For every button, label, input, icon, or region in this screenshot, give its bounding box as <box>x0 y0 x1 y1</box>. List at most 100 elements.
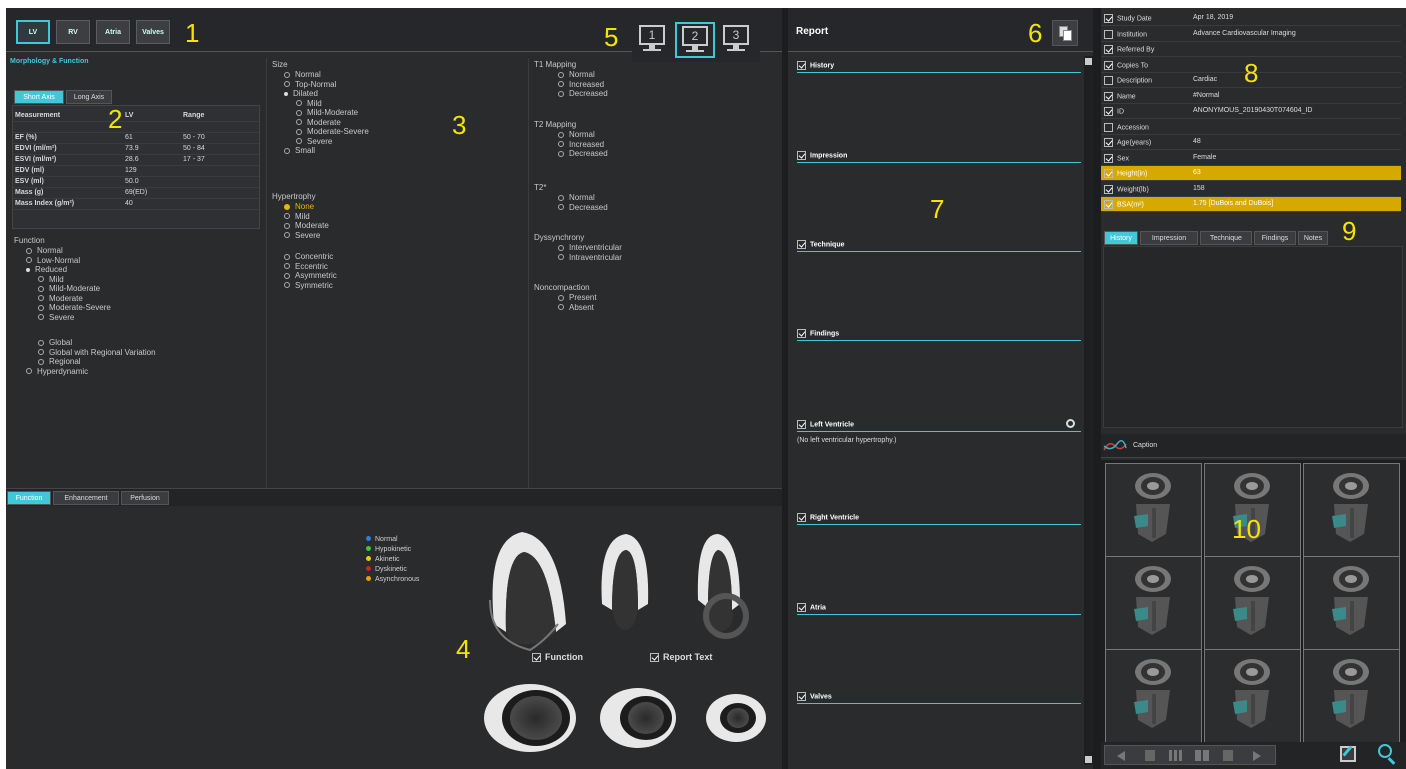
option-t2-normal[interactable]: Normal <box>558 130 595 139</box>
option-function-severe[interactable]: Severe <box>38 313 74 322</box>
notes-tab-technique[interactable]: Technique <box>1200 231 1252 245</box>
image-thumbnail[interactable] <box>1204 649 1301 744</box>
image-thumbnail[interactable] <box>1105 556 1202 651</box>
option-function-low-normal[interactable]: Low-Normal <box>26 256 80 265</box>
report-text-checkbox[interactable]: Report Text <box>650 652 712 663</box>
image-thumbnail[interactable] <box>1105 463 1202 558</box>
image-thumbnail[interactable] <box>1105 649 1202 744</box>
monitor-3-button[interactable]: 3 <box>721 25 753 53</box>
delete-icon[interactable] <box>1223 750 1233 761</box>
option-size-moderate-severe[interactable]: Moderate-Severe <box>296 127 369 136</box>
option-hypertrophy-asymmetric[interactable]: Asymmetric <box>284 271 337 280</box>
image-thumbnail[interactable] <box>1303 463 1400 558</box>
option-function-reduced[interactable]: Reduced <box>26 265 67 274</box>
checkbox-icon[interactable] <box>1104 122 1113 132</box>
section-left-ventricle[interactable]: Left Ventricle <box>797 419 1081 432</box>
option-t2star-normal[interactable]: Normal <box>558 193 595 202</box>
edit-icon[interactable] <box>1340 745 1356 762</box>
section-right-ventricle[interactable]: Right Ventricle <box>797 513 1081 525</box>
report-scrollbar[interactable] <box>1084 56 1093 765</box>
option-size-mild[interactable]: Mild <box>296 99 322 108</box>
option-size-small[interactable]: Small <box>284 146 315 155</box>
copy-report-button[interactable] <box>1052 20 1078 46</box>
meta-row-sex[interactable]: Sex Female <box>1101 151 1401 166</box>
image-thumbnail[interactable] <box>1303 649 1400 744</box>
function-checkbox[interactable]: Function <box>532 652 583 663</box>
checkbox-icon[interactable] <box>1104 14 1113 23</box>
tab-function[interactable]: Function <box>7 491 51 505</box>
option-t1-increased[interactable]: Increased <box>558 80 604 89</box>
tab-valves[interactable]: Valves <box>136 20 170 44</box>
option-function-global-with-regional-variation[interactable]: Global with Regional Variation <box>38 348 156 357</box>
tab-enhancement[interactable]: Enhancement <box>53 491 119 505</box>
option-t2star-decreased[interactable]: Decreased <box>558 203 608 212</box>
option-size-top-normal[interactable]: Top-Normal <box>284 80 336 89</box>
meta-row-bsa-m-[interactable]: BSA(m²) 1.75 [DuBois and DuBois] <box>1101 197 1401 212</box>
notes-tab-findings[interactable]: Findings <box>1254 231 1296 245</box>
option-noncomp-absent[interactable]: Absent <box>558 303 594 312</box>
segment-diagram[interactable] <box>470 520 770 760</box>
meta-row-accession[interactable]: Accession <box>1101 120 1401 135</box>
notes-tab-impression[interactable]: Impression <box>1140 231 1198 245</box>
option-function-normal[interactable]: Normal <box>26 246 63 255</box>
section-impression[interactable]: Impression <box>797 151 1081 163</box>
option-hypertrophy-symmetric[interactable]: Symmetric <box>284 281 333 290</box>
meta-row-referred-by[interactable]: Referred By <box>1101 42 1401 57</box>
notes-tab-history[interactable]: History <box>1104 231 1138 245</box>
lv-report-text[interactable]: (No left ventricular hypertrophy.) <box>797 437 896 444</box>
option-function-global[interactable]: Global <box>38 338 72 347</box>
option-function-moderate[interactable]: Moderate <box>38 294 83 303</box>
option-function-moderate-severe[interactable]: Moderate-Severe <box>38 303 111 312</box>
chart-icon[interactable] <box>1103 438 1127 454</box>
option-function-hyperdynamic[interactable]: Hyperdynamic <box>26 367 88 376</box>
next-icon[interactable] <box>1253 751 1261 761</box>
meta-row-id[interactable]: ID ANONYMOUS_20190430T074604_ID <box>1101 104 1401 119</box>
option-size-normal[interactable]: Normal <box>284 70 321 79</box>
section-technique[interactable]: Technique <box>797 240 1081 252</box>
tab-rv[interactable]: RV <box>56 20 90 44</box>
tab-perfusion[interactable]: Perfusion <box>121 491 169 505</box>
meta-row-institution[interactable]: Institution Advance Cardiovascular Imagin… <box>1101 27 1401 42</box>
option-hypertrophy-eccentric[interactable]: Eccentric <box>284 262 328 271</box>
option-noncomp-present[interactable]: Present <box>558 293 597 302</box>
notes-tab-notes[interactable]: Notes <box>1298 231 1328 245</box>
checkbox-icon[interactable] <box>1104 169 1113 178</box>
tab-lv[interactable]: LV <box>16 20 50 44</box>
section-findings[interactable]: Findings <box>797 329 1081 341</box>
option-function-regional[interactable]: Regional <box>38 357 81 366</box>
monitor-1-button[interactable]: 1 <box>637 25 669 53</box>
option-dys-intraventricular[interactable]: Intraventricular <box>558 253 622 262</box>
section-atria[interactable]: Atria <box>797 603 1081 615</box>
image-thumbnail[interactable] <box>1204 556 1301 651</box>
option-dys-interventricular[interactable]: Interventricular <box>558 243 622 252</box>
tab-atria[interactable]: Atria <box>96 20 130 44</box>
checkbox-icon[interactable] <box>1104 45 1113 54</box>
option-t1-normal[interactable]: Normal <box>558 70 595 79</box>
meta-row-study-date[interactable]: Study Date Apr 18, 2019 <box>1101 11 1401 26</box>
tab-short-axis[interactable]: Short Axis <box>14 90 64 104</box>
checkbox-icon[interactable] <box>1104 138 1113 147</box>
option-size-moderate[interactable]: Moderate <box>296 118 341 127</box>
image-thumbnail[interactable] <box>1303 556 1400 651</box>
option-function-mild-moderate[interactable]: Mild-Moderate <box>38 284 100 293</box>
option-size-mild-moderate[interactable]: Mild-Moderate <box>296 108 358 117</box>
option-t2-decreased[interactable]: Decreased <box>558 149 608 158</box>
section-valves[interactable]: Valves <box>797 692 1081 704</box>
option-hypertrophy-mild[interactable]: Mild <box>284 212 310 221</box>
grid-icon[interactable] <box>1169 750 1183 761</box>
checkbox-icon[interactable] <box>1104 107 1113 116</box>
option-size-dilated[interactable]: Dilated <box>284 89 318 98</box>
monitor-2-button[interactable]: 2 <box>675 22 715 58</box>
person-icon[interactable] <box>1145 750 1155 761</box>
caption-tab[interactable]: Caption <box>1133 442 1157 449</box>
option-hypertrophy-concentric[interactable]: Concentric <box>284 252 333 261</box>
option-size-severe[interactable]: Severe <box>296 137 332 146</box>
checkbox-icon[interactable] <box>1104 60 1113 70</box>
option-t2-increased[interactable]: Increased <box>558 140 604 149</box>
refresh-icon[interactable] <box>1066 419 1075 428</box>
option-t1-decreased[interactable]: Decreased <box>558 89 608 98</box>
option-hypertrophy-none[interactable]: None <box>284 202 314 211</box>
notes-textarea[interactable] <box>1103 246 1403 428</box>
option-hypertrophy-severe[interactable]: Severe <box>284 231 320 240</box>
section-history[interactable]: History <box>797 61 1081 73</box>
